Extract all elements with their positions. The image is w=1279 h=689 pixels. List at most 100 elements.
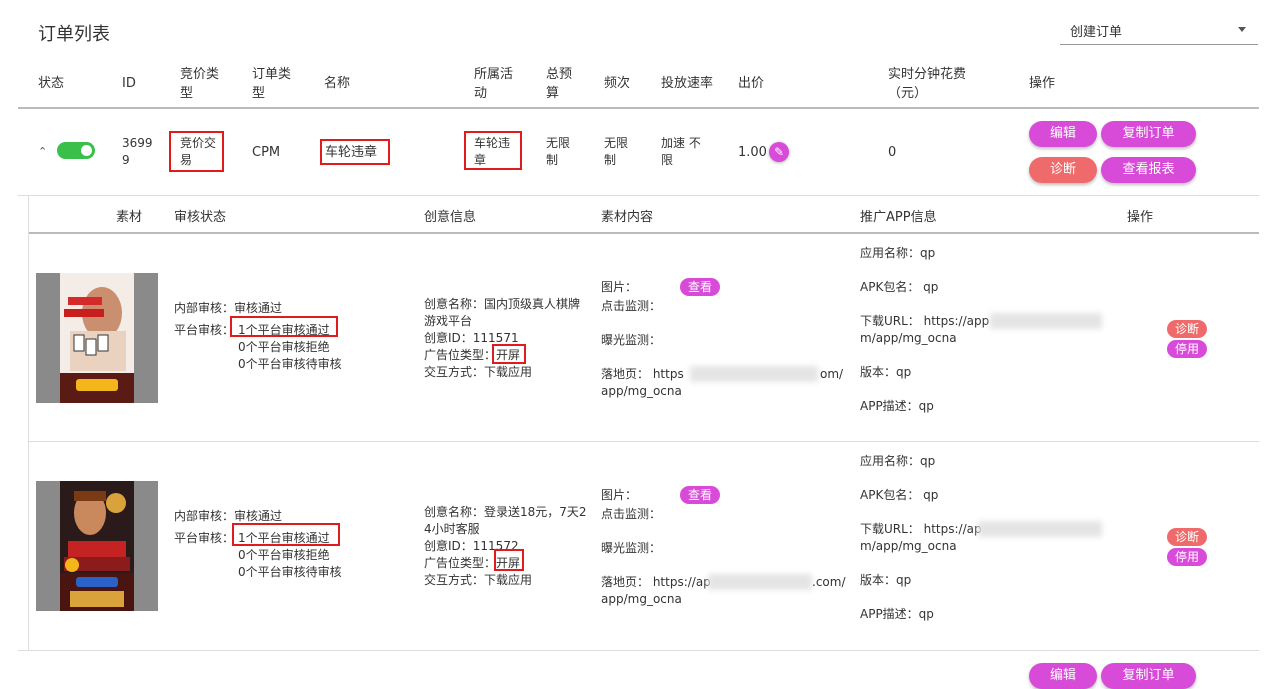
content-image-label: 图片：: [601, 488, 638, 502]
redacted-blur: [708, 574, 812, 590]
order-speed-line2: 限: [661, 153, 674, 167]
app-download-url: 下载URL： https://ap: [860, 522, 982, 536]
order-type: CPM: [252, 145, 281, 160]
view-report-button[interactable]: 查看报表: [1101, 157, 1196, 183]
redacted-blur: [990, 313, 1102, 329]
col-spend-line2: （元）: [888, 86, 928, 101]
create-order-select[interactable]: 创建订单: [1060, 14, 1258, 45]
order-id-line2: 9: [122, 153, 130, 167]
review-internal: 内部审核：审核通过: [174, 301, 283, 315]
content-landing-path: app/mg_ocna: [601, 384, 682, 398]
creative-name-line2: 游戏平台: [424, 314, 473, 328]
order-frequency-line2: 制: [604, 153, 617, 167]
edit-button[interactable]: 编辑: [1029, 663, 1097, 689]
order-frequency: 无限 制: [604, 135, 628, 169]
creative-name-line1: 创意名称：国内顶级真人棋牌: [424, 297, 581, 311]
diagnose-button[interactable]: 诊断: [1029, 157, 1097, 183]
app-version: 版本：qp: [860, 573, 912, 587]
row-divider: [18, 650, 1259, 651]
content-click-monitor: 点击监测：: [601, 507, 662, 521]
review-rejected: 0个平台审核拒绝: [238, 548, 330, 562]
creative-name-line1: 创意名称：登录送18元，7天2: [424, 505, 587, 519]
sub-header-divider: [29, 232, 1259, 234]
app-apk: APK包名： qp: [860, 280, 939, 294]
copy-order-button[interactable]: 复制订单: [1101, 121, 1196, 147]
content-expose-monitor: 曝光监测：: [601, 541, 662, 555]
col-speed: 投放速率: [661, 76, 714, 91]
chevron-down-icon: [1238, 27, 1246, 32]
create-order-label: 创建订单: [1070, 25, 1123, 40]
creative-name-line2: 4小时客服: [424, 522, 480, 536]
redacted-blur: [978, 521, 1102, 537]
ad-type-label: 广告位类型：: [424, 348, 497, 362]
highlight-box: [464, 131, 522, 170]
creative-disable-button[interactable]: 停用: [1167, 548, 1207, 566]
col-frequency: 频次: [604, 76, 631, 91]
col-order-type-line2: 型: [252, 86, 266, 101]
collapse-caret-icon[interactable]: ⌃: [38, 145, 47, 158]
col-status: 状态: [38, 76, 65, 91]
sub-col-creative: 创意信息: [424, 210, 477, 225]
creative-image-icon: [60, 481, 134, 611]
highlight-box: [492, 344, 526, 364]
content-image-label: 图片：: [601, 280, 638, 294]
content-expose-monitor: 曝光监测：: [601, 333, 662, 347]
order-spend: 0: [888, 145, 897, 160]
app-description: APP描述：qp: [860, 607, 934, 621]
edit-bid-pencil-icon[interactable]: ✎: [769, 142, 789, 162]
highlight-box: [230, 316, 338, 337]
creative-diagnose-button[interactable]: 诊断: [1167, 320, 1207, 338]
creative-divider: [29, 441, 1259, 442]
review-platform-label: 平台审核：: [174, 531, 235, 545]
sub-col-material: 素材: [116, 210, 143, 225]
copy-order-button[interactable]: 复制订单: [1101, 663, 1196, 689]
col-spend-line1: 实时分钟花费: [888, 67, 967, 82]
view-image-button[interactable]: 查看: [680, 278, 720, 296]
order-bid: 1.00: [738, 145, 767, 160]
creative-disable-button[interactable]: 停用: [1167, 340, 1207, 358]
order-id: 3699 9: [122, 135, 153, 169]
order-id-line1: 3699: [122, 136, 153, 150]
col-budget-line1: 总预: [546, 67, 573, 82]
toggle-knob: [81, 145, 92, 156]
order-budget-line2: 制: [546, 153, 559, 167]
order-speed: 加速 不 限: [661, 135, 701, 169]
col-name: 名称: [324, 76, 351, 91]
highlight-box: [494, 549, 524, 571]
col-bid-type-line1: 竞价类: [180, 67, 220, 82]
col-bid-type-line2: 型: [180, 86, 194, 101]
status-toggle[interactable]: [57, 142, 95, 159]
sub-col-actions: 操作: [1127, 210, 1154, 225]
highlight-box: [320, 139, 390, 165]
edit-button[interactable]: 编辑: [1029, 121, 1097, 147]
col-id: ID: [122, 76, 136, 91]
col-order-type-line1: 订单类: [252, 67, 292, 82]
content-landing-tail: om/: [820, 367, 844, 381]
col-activity-line2: 动: [474, 86, 488, 101]
creative-diagnose-button[interactable]: 诊断: [1167, 528, 1207, 546]
creative-interaction: 交互方式：下载应用: [424, 365, 533, 379]
order-budget-line1: 无限: [546, 136, 571, 150]
order-budget: 无限 制: [546, 135, 570, 169]
view-image-button[interactable]: 查看: [680, 486, 720, 504]
highlight-box: [232, 523, 340, 546]
creative-interaction: 交互方式：下载应用: [424, 573, 533, 587]
ad-type-label: 广告位类型：: [424, 556, 497, 570]
sub-col-app: 推广APP信息: [860, 210, 937, 225]
app-name: 应用名称：qp: [860, 454, 936, 468]
review-rejected: 0个平台审核拒绝: [238, 340, 330, 354]
page-title: 订单列表: [38, 24, 110, 45]
content-click-monitor: 点击监测：: [601, 299, 662, 313]
creative-thumbnail[interactable]: [36, 273, 158, 403]
col-budget: 总预 算: [546, 65, 572, 103]
content-landing-url: 落地页： https://ap: [601, 575, 711, 589]
col-order-type: 订单类 型: [252, 65, 291, 103]
creative-info: 创意名称：登录送18元，7天2 4小时客服 创意ID：111572 广告位类型：…: [424, 504, 589, 589]
order-frequency-line1: 无限: [604, 136, 629, 150]
col-activity-line1: 所属活: [474, 67, 514, 82]
app-name: 应用名称：qp: [860, 246, 936, 260]
content-landing-url: 落地页： https: [601, 367, 684, 381]
app-download-url-path: m/app/mg_ocna: [860, 539, 957, 553]
app-apk: APK包名： qp: [860, 488, 939, 502]
creative-thumbnail[interactable]: [36, 481, 158, 611]
